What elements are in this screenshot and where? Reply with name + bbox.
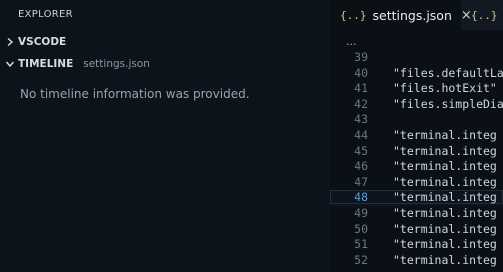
code-line[interactable]: 48 "terminal.integ [330, 190, 503, 206]
code-line[interactable]: 45 "terminal.integ [330, 144, 503, 160]
timeline-empty-message: No timeline information was provided. [20, 87, 250, 101]
code-line[interactable]: 49 "terminal.integ [330, 206, 503, 222]
section-timeline-file: settings.json [83, 58, 150, 70]
line-number: 52 [354, 252, 368, 267]
json-file-icon: {..} [340, 8, 367, 22]
tab-keybindings[interactable]: {..} ke [461, 0, 503, 30]
line-number: 40 [354, 65, 368, 80]
line-text: "terminal.integ [393, 174, 497, 189]
code-area[interactable]: 39 40 "files.defaultLa 41 "files.hotExit" 42 "… [330, 50, 503, 268]
line-text: "terminal.integ [393, 252, 497, 267]
line-text: "terminal.integ [393, 159, 497, 174]
line-number: 41 [354, 81, 368, 96]
line-number: 46 [354, 159, 368, 174]
code-line[interactable]: 42 "files.simpleDia [330, 97, 503, 113]
code-line[interactable]: 41 "files.hotExit" [330, 81, 503, 97]
line-number: 42 [354, 96, 368, 111]
tab-bar: {..} settings.json × {..} ke [330, 0, 503, 30]
line-text: "terminal.integ [393, 190, 497, 205]
tab-settings-json[interactable]: {..} settings.json × [330, 0, 472, 30]
code-line[interactable]: 51 "terminal.integ [330, 237, 503, 253]
code-line[interactable]: 47 "terminal.integ [330, 175, 503, 191]
line-text: "terminal.integ [393, 237, 497, 252]
editor-pane: {..} settings.json × {..} ke ... 3940 "fi… [330, 0, 503, 272]
section-timeline-label: TIMELINE [18, 58, 74, 70]
line-number: 45 [354, 143, 368, 158]
chevron-down-icon [5, 61, 15, 68]
line-number: 44 [354, 127, 368, 142]
code-line[interactable]: 40 "files.defaultLa [330, 66, 503, 82]
line-text: "files.defaultLa [393, 65, 503, 80]
explorer-title: EXPLORER [18, 9, 73, 20]
line-text: "files.hotExit" [393, 81, 497, 96]
tab-settings-json-label: settings.json [372, 7, 452, 23]
code-line[interactable]: 52 "terminal.integ [330, 253, 503, 269]
line-number: 51 [354, 237, 368, 252]
line-number: 48 [354, 190, 368, 205]
breadcrumb[interactable]: ... [346, 35, 357, 48]
line-number: 50 [354, 221, 368, 236]
explorer-sidebar: EXPLORER VSCODE TIMELINE settings.json N… [0, 0, 330, 272]
code-line[interactable]: 46 "terminal.integ [330, 159, 503, 175]
line-text: "terminal.integ [393, 205, 497, 220]
line-text: "terminal.integ [393, 221, 497, 236]
line-number: 47 [354, 174, 368, 189]
code-line[interactable]: 43 [330, 112, 503, 128]
chevron-right-icon [7, 37, 14, 47]
code-line[interactable]: 50 "terminal.integ [330, 222, 503, 238]
line-text: "terminal.integ [393, 143, 497, 158]
line-text: "terminal.integ [393, 127, 497, 142]
line-number: 39 [354, 50, 368, 64]
code-line[interactable]: 39 [330, 50, 503, 66]
line-text: "files.simpleDia [393, 96, 503, 111]
line-number: 49 [354, 205, 368, 220]
section-timeline[interactable]: TIMELINE settings.json [0, 54, 330, 74]
line-number: 43 [354, 112, 368, 127]
section-vscode[interactable]: VSCODE [0, 32, 330, 52]
code-line[interactable]: 44 "terminal.integ [330, 128, 503, 144]
json-file-icon: {..} [471, 8, 498, 22]
section-vscode-label: VSCODE [18, 36, 67, 48]
